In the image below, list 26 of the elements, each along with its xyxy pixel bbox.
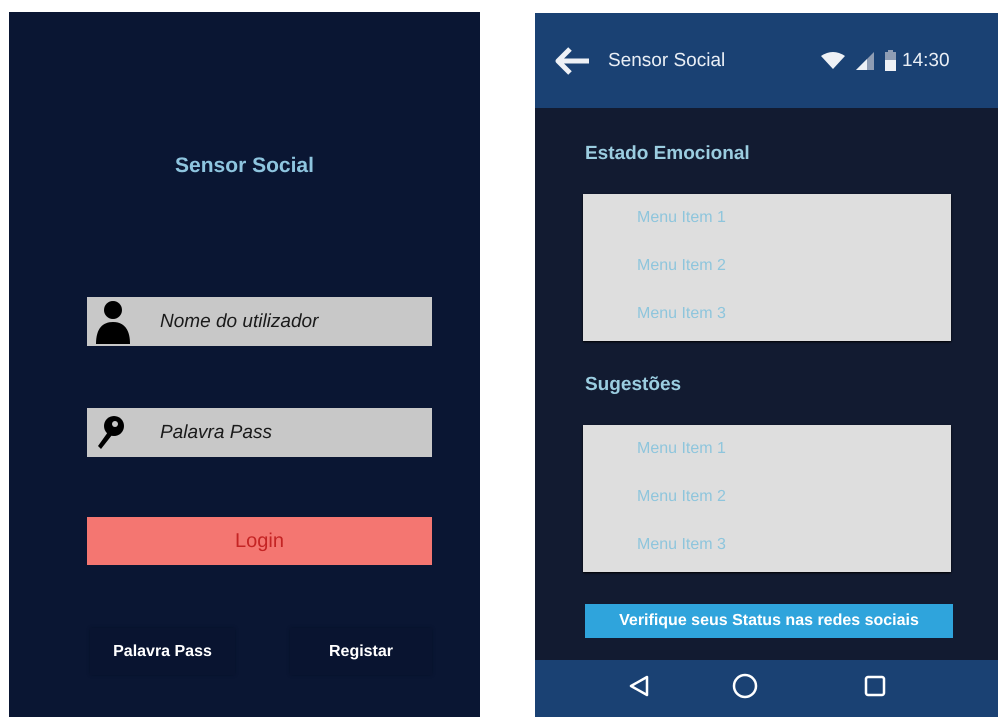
menu-item[interactable]: Menu Item 1 bbox=[637, 197, 726, 245]
section-heading: Estado Emocional bbox=[584, 142, 750, 166]
home-icon[interactable] bbox=[732, 672, 758, 698]
app-title: Sensor Social bbox=[175, 154, 314, 178]
battery-icon bbox=[885, 50, 896, 71]
login-button[interactable]: Login bbox=[87, 517, 432, 565]
menu-item[interactable]: Menu Item 2 bbox=[637, 476, 726, 524]
back-arrow-icon[interactable] bbox=[555, 46, 591, 76]
menu-item[interactable]: Menu Item 2 bbox=[637, 245, 726, 293]
password-field[interactable]: Palavra Pass bbox=[87, 408, 432, 457]
screen-title: Sensor Social bbox=[608, 50, 726, 72]
key-icon bbox=[95, 414, 125, 450]
check-status-button[interactable]: Verifique seus Status nas redes sociais bbox=[585, 604, 953, 638]
forgot-password-button[interactable]: Palavra Pass bbox=[90, 628, 235, 675]
clock-time: 14:30 bbox=[902, 50, 950, 72]
person-icon bbox=[95, 300, 131, 344]
signal-icon bbox=[856, 52, 874, 70]
wifi-icon bbox=[821, 52, 845, 69]
username-field[interactable]: Nome do utilizador bbox=[87, 297, 432, 346]
menu-item[interactable]: Menu Item 3 bbox=[637, 524, 726, 572]
menu-item[interactable]: Menu Item 1 bbox=[637, 428, 726, 476]
recent-apps-icon[interactable] bbox=[864, 674, 886, 696]
section-heading: Sugestões bbox=[584, 373, 682, 397]
register-button[interactable]: Registar bbox=[290, 628, 432, 675]
back-icon[interactable] bbox=[629, 674, 649, 696]
menu-item[interactable]: Menu Item 3 bbox=[637, 293, 726, 341]
